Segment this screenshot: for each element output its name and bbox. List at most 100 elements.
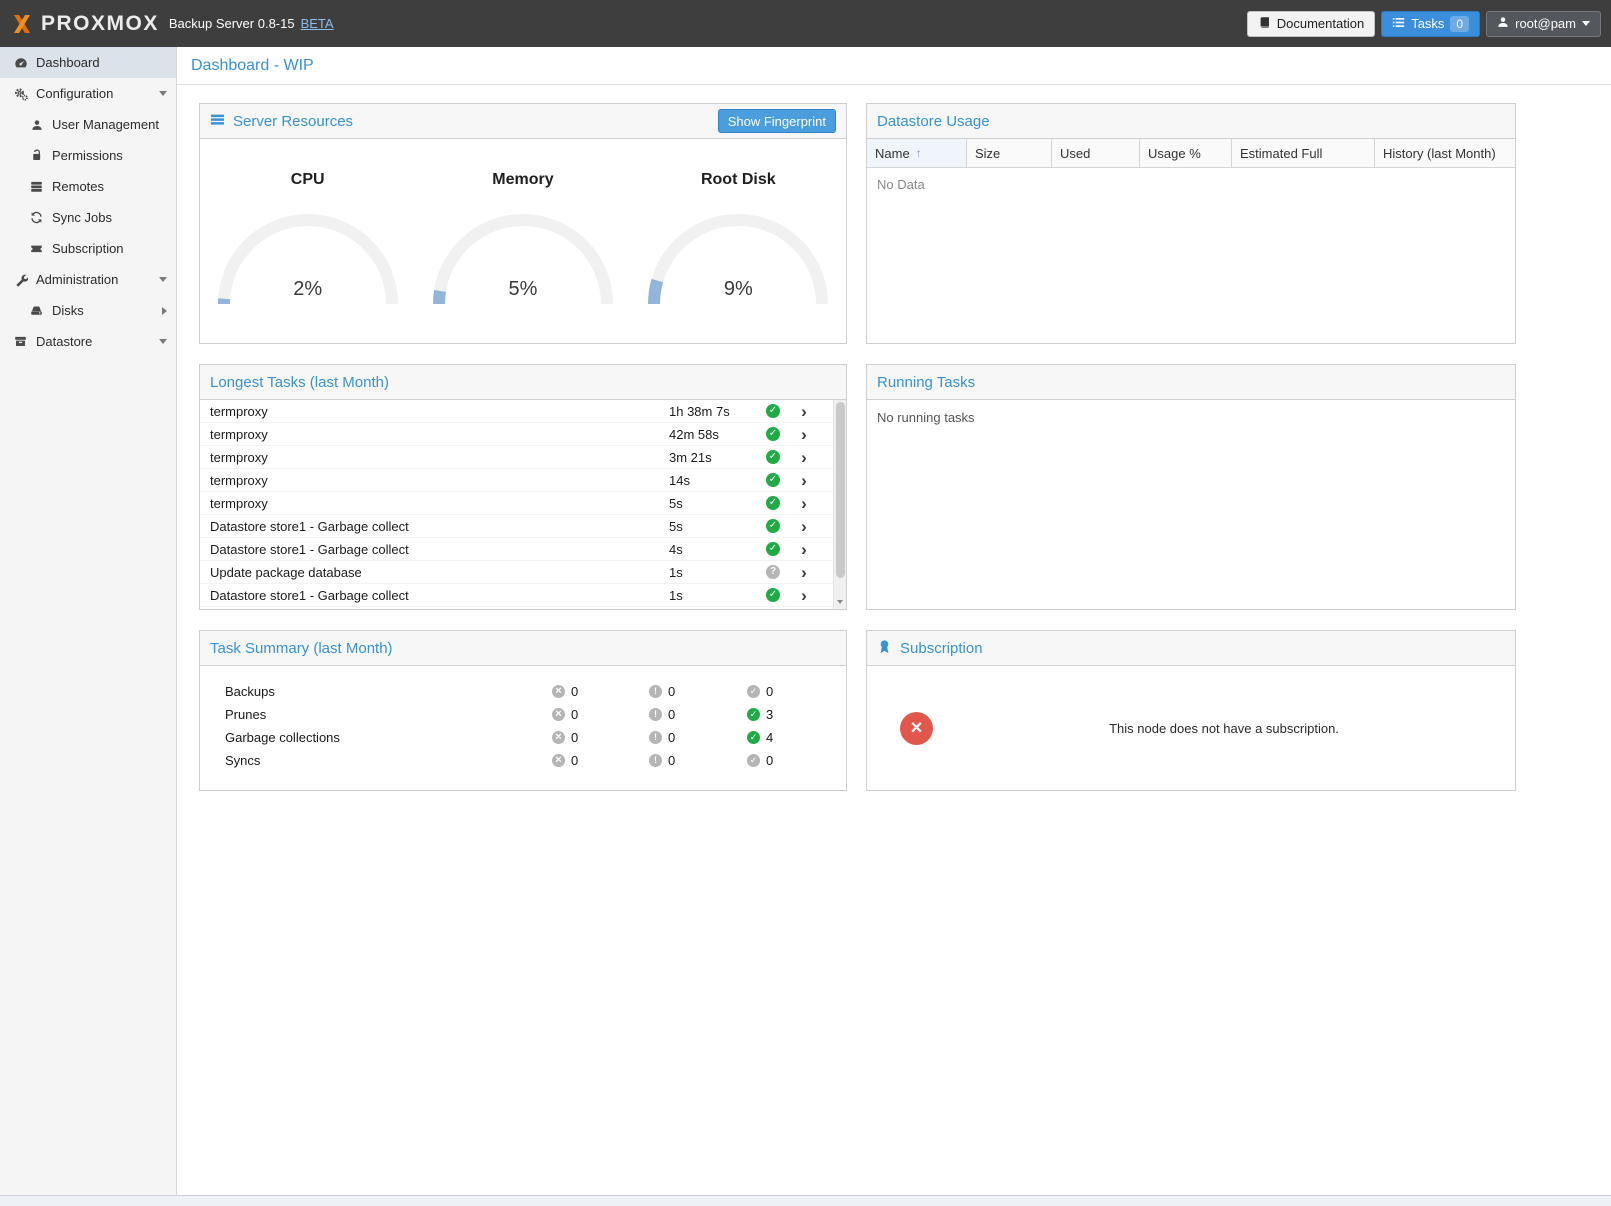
running-tasks-panel: Running Tasks No running tasks: [866, 364, 1516, 610]
task-row[interactable]: Update package database 1s: [200, 561, 833, 584]
task-status-icon: [766, 450, 780, 464]
task-open-chevron-icon[interactable]: [796, 495, 812, 512]
summary-row: Garbage collections 0 0 4: [200, 726, 846, 749]
table-header: Name Size Used Usage % Estimated Full Hi…: [867, 139, 1515, 168]
cpu-gauge: CPU 2%: [206, 171, 409, 343]
summary-label: Garbage collections: [200, 730, 340, 745]
error-circle-icon: [552, 685, 565, 698]
column-header-used[interactable]: Used: [1052, 139, 1140, 167]
task-open-chevron-icon[interactable]: [796, 587, 812, 604]
root-disk-gauge: Root Disk 9%: [637, 171, 840, 343]
server-resources-panel: Server Resources Show Fingerprint CPU: [199, 103, 847, 344]
archive-icon: [12, 335, 29, 348]
sidebar-item-datastore[interactable]: Datastore: [0, 326, 176, 357]
documentation-button[interactable]: Documentation: [1247, 11, 1375, 37]
brand-text: PROXMOX: [41, 12, 159, 36]
task-summary-panel: Task Summary (last Month) Backups 0 0 0: [199, 630, 847, 791]
scrollbar-thumb[interactable]: [836, 402, 845, 578]
sync-icon: [28, 211, 45, 224]
summary-label: Prunes: [200, 707, 266, 722]
task-open-chevron-icon[interactable]: [796, 564, 812, 581]
empty-state-text: No Data: [867, 168, 1515, 343]
ok-circle-icon: [747, 708, 760, 721]
show-fingerprint-button[interactable]: Show Fingerprint: [718, 109, 836, 133]
task-status-icon: [766, 473, 780, 487]
sidebar-item-remotes[interactable]: Remotes: [0, 171, 176, 202]
task-row[interactable]: termproxy 42m 58s: [200, 423, 833, 446]
task-open-chevron-icon[interactable]: [796, 403, 812, 420]
page-title: Dashboard - WIP: [177, 47, 1611, 85]
task-name: termproxy: [200, 496, 268, 511]
tasks-button[interactable]: Tasks 0: [1381, 11, 1480, 37]
task-duration: 4s: [669, 542, 683, 557]
tasks-count-badge: 0: [1450, 16, 1469, 32]
summary-row: Syncs 0 0 0: [200, 749, 846, 772]
sidebar-item-sync-jobs[interactable]: Sync Jobs: [0, 202, 176, 233]
task-duration: 14s: [669, 473, 690, 488]
task-duration: 42m 58s: [669, 427, 719, 442]
task-open-chevron-icon[interactable]: [796, 449, 812, 466]
task-open-chevron-icon[interactable]: [796, 518, 812, 535]
wrench-icon: [12, 273, 29, 287]
sidebar-item-administration[interactable]: Administration: [0, 264, 176, 295]
task-row[interactable]: Datastore store1 - Garbage collect 5s: [200, 515, 833, 538]
horizontal-scrollbar[interactable]: [0, 1195, 1611, 1206]
column-header-estimated-full[interactable]: Estimated Full: [1232, 139, 1375, 167]
warning-circle-icon: [649, 685, 662, 698]
task-duration: 5s: [669, 519, 683, 534]
sidebar-item-dashboard[interactable]: Dashboard: [0, 47, 176, 78]
task-row[interactable]: termproxy 5s: [200, 492, 833, 515]
proxmox-logo: PROXMOX: [10, 12, 159, 36]
sidebar-item-subscription[interactable]: Subscription: [0, 233, 176, 264]
task-status-icon: [766, 404, 780, 418]
error-circle-icon: [552, 754, 565, 767]
memory-gauge: Memory 5%: [421, 171, 624, 343]
task-status-icon: [766, 542, 780, 556]
user-icon: [28, 119, 45, 131]
summary-row: Backups 0 0 0: [200, 680, 846, 703]
task-open-chevron-icon[interactable]: [796, 541, 812, 558]
chevron-down-icon: [159, 277, 167, 282]
task-status-icon: [766, 588, 780, 602]
task-row[interactable]: Datastore store1 - Garbage collect 1s: [200, 584, 833, 607]
ribbon-icon: [877, 639, 892, 658]
tachometer-icon: [12, 56, 29, 70]
sidebar-item-disks[interactable]: Disks: [0, 295, 176, 326]
sidebar-item-configuration[interactable]: Configuration: [0, 78, 176, 109]
datastore-usage-panel: Datastore Usage Name Size Used Usage % E…: [866, 103, 1516, 344]
task-duration: 3m 21s: [669, 450, 712, 465]
task-duration: 1h 38m 7s: [669, 404, 730, 419]
column-header-history[interactable]: History (last Month): [1375, 139, 1515, 167]
scrollbar-down-arrow[interactable]: [834, 595, 846, 609]
beta-link[interactable]: BETA: [301, 16, 334, 31]
error-circle-icon: [552, 708, 565, 721]
task-list-icon: [1392, 16, 1405, 32]
task-open-chevron-icon[interactable]: [796, 426, 812, 443]
ok-circle-icon: [747, 685, 760, 698]
error-circle-icon: [552, 731, 565, 744]
subscription-message: This node does not have a subscription.: [933, 721, 1515, 736]
server-resources-icon: [210, 112, 225, 131]
column-header-name[interactable]: Name: [867, 139, 967, 167]
task-open-chevron-icon[interactable]: [796, 472, 812, 489]
task-row[interactable]: termproxy 1h 38m 7s: [200, 400, 833, 423]
user-menu-button[interactable]: root@pam: [1486, 11, 1601, 37]
resource-gauges: CPU 2% Memory: [200, 139, 846, 343]
sidebar-item-permissions[interactable]: Permissions: [0, 140, 176, 171]
task-row[interactable]: Datastore store1 - Garbage collect 4s: [200, 538, 833, 561]
ticket-icon: [28, 242, 45, 255]
chevron-down-icon: [159, 339, 167, 344]
task-name: Datastore store1 - Garbage collect: [200, 519, 409, 534]
scrollbar[interactable]: [833, 400, 846, 609]
no-subscription-icon: [900, 712, 933, 745]
warning-circle-icon: [649, 754, 662, 767]
sidebar-item-user-management[interactable]: User Management: [0, 109, 176, 140]
column-header-usage-pct[interactable]: Usage %: [1140, 139, 1232, 167]
task-duration: 5s: [669, 496, 683, 511]
task-name: termproxy: [200, 427, 268, 442]
column-header-size[interactable]: Size: [967, 139, 1052, 167]
task-row[interactable]: termproxy 14s: [200, 469, 833, 492]
empty-state-text: No running tasks: [867, 400, 1515, 609]
task-name: termproxy: [200, 404, 268, 419]
task-row[interactable]: termproxy 3m 21s: [200, 446, 833, 469]
